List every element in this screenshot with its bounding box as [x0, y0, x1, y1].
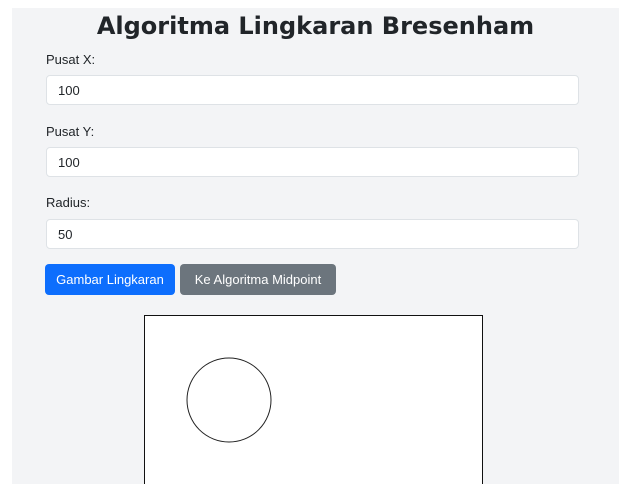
drawn-circle: [186, 357, 272, 443]
center-x-label: Pusat X:: [46, 52, 96, 67]
center-y-label: Pusat Y:: [46, 124, 95, 139]
radius-label: Radius:: [46, 195, 91, 210]
draw-circle-button[interactable]: Gambar Lingkaran: [45, 264, 175, 295]
app-panel: Algoritma Lingkaran Bresenham Pusat X: P…: [12, 8, 619, 484]
drawing-canvas[interactable]: [144, 315, 483, 484]
center-y-input[interactable]: [46, 147, 579, 177]
page-title: Algoritma Lingkaran Bresenham: [96, 12, 535, 40]
radius-input[interactable]: [46, 219, 579, 249]
center-x-input[interactable]: [46, 75, 579, 105]
midpoint-algorithm-button[interactable]: Ke Algoritma Midpoint: [180, 264, 336, 295]
canvas-svg: [186, 357, 272, 443]
